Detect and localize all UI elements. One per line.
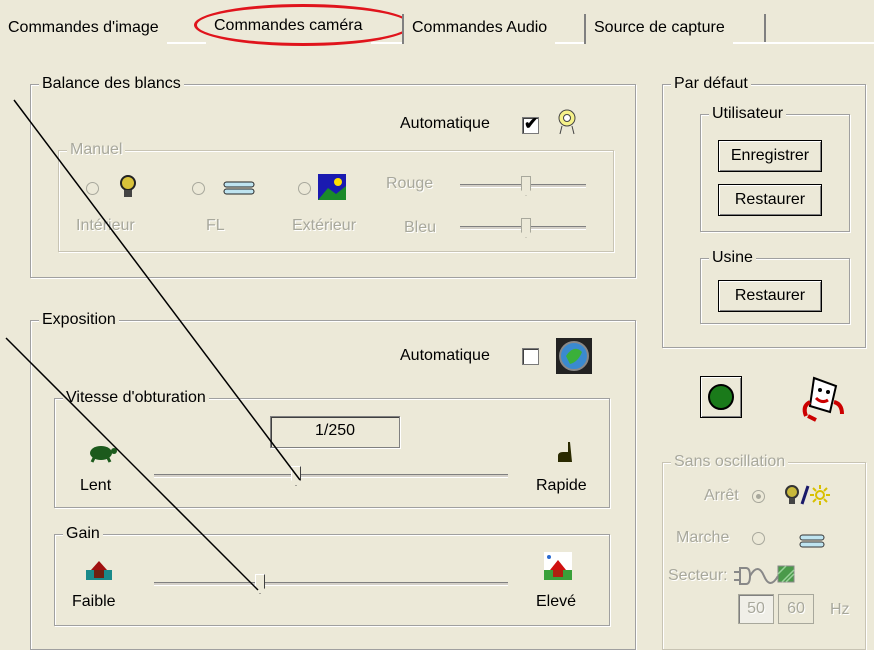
callout-line-shutter bbox=[13, 99, 301, 481]
callout-line-gain bbox=[5, 337, 259, 591]
callout-lines bbox=[5, 99, 301, 591]
